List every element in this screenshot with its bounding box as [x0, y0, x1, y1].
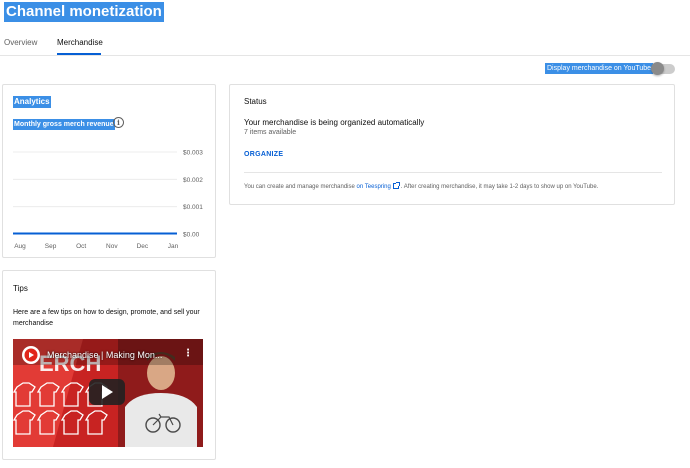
active-tab-indicator	[57, 53, 101, 55]
status-message: Your merchandise is being organized auto…	[244, 118, 425, 127]
x-tick-label: Aug	[14, 243, 26, 250]
status-title: Status	[244, 97, 267, 106]
status-note-text: You can create and manage merchandise	[244, 184, 355, 190]
tab-bar: Overview Merchandise	[0, 34, 690, 56]
analytics-title: Analytics	[13, 96, 51, 108]
x-tick-label: Jan	[168, 243, 179, 250]
tips-card: Tips Here are a few tips on how to desig…	[2, 270, 216, 460]
x-tick-label: Dec	[137, 243, 149, 250]
video-menu-icon[interactable]: ⋮	[183, 348, 193, 359]
x-tick-label: Oct	[76, 243, 86, 250]
tab-merchandise[interactable]: Merchandise	[57, 38, 103, 47]
status-note-text-end: . After creating merchandise, it may tak…	[400, 184, 599, 190]
y-tick-label: $0.001	[183, 204, 203, 211]
info-icon[interactable]: i	[113, 117, 124, 128]
divider	[244, 172, 662, 173]
display-merch-toggle[interactable]	[651, 62, 675, 75]
video-title[interactable]: Merchandise | Making Mon...	[47, 350, 162, 360]
revenue-chart: $0.00 $0.001 $0.002 $0.003 Aug Sep Oct Nov Dec Ja…	[13, 150, 203, 250]
page-title: Channel monetization	[4, 2, 164, 22]
y-tick-label: $0.003	[183, 150, 203, 157]
analytics-card: Analytics Monthly gross merch revenue i …	[2, 84, 216, 258]
external-link-icon[interactable]	[392, 182, 400, 189]
x-tick-label: Sep	[45, 243, 57, 250]
analytics-subtitle: Monthly gross merch revenue	[13, 119, 115, 130]
tab-overview[interactable]: Overview	[4, 38, 37, 47]
teespring-link[interactable]: on Teespring	[357, 184, 391, 190]
status-note: You can create and manage merchandise on…	[244, 182, 599, 190]
organize-button[interactable]: ORGANIZE	[244, 151, 283, 158]
toggle-knob[interactable]	[651, 62, 664, 75]
video-thumbnail[interactable]: ERCH Merchandise | Making Mon... ⋮	[13, 339, 203, 447]
x-tick-label: Nov	[106, 243, 118, 250]
y-tick-label: $0.002	[183, 177, 203, 184]
status-card: Status Your merchandise is being organiz…	[229, 84, 675, 205]
display-merch-label: Display merchandise on YouTube	[545, 63, 654, 74]
tips-title: Tips	[13, 284, 28, 293]
y-tick-label: $0.00	[183, 232, 200, 239]
tips-text: Here are a few tips on how to design, pr…	[13, 309, 200, 327]
items-count: 7 items available	[244, 129, 297, 136]
